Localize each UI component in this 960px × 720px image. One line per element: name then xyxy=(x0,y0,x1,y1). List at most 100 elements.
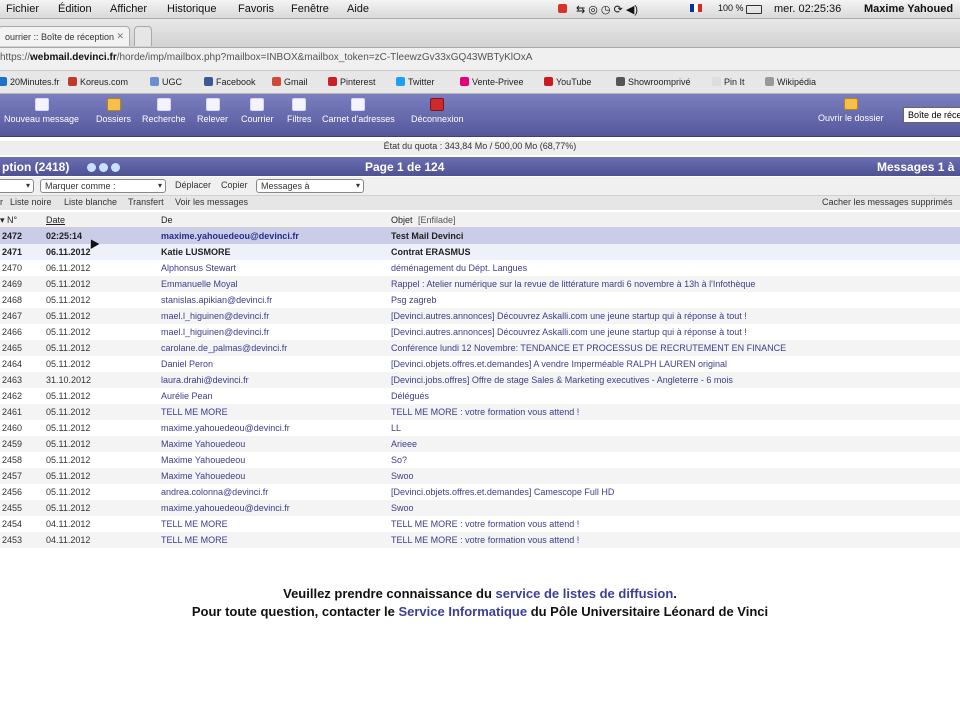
bookmark-pin-it[interactable]: Pin It xyxy=(712,77,745,87)
message-row[interactable]: 2455 05.11.2012 maxime.yahouedeou@devinci.… xyxy=(0,500,960,516)
message-row[interactable]: 2466 05.11.2012 mael.l_higuinen@devinci.fr… xyxy=(0,324,960,340)
message-sender[interactable]: carolane.de_palmas@devinci.fr xyxy=(161,343,287,353)
folder-select[interactable]: Boîte de réception xyxy=(903,107,960,123)
message-row[interactable]: 2458 05.11.2012 Maxime Yahouedeou So? xyxy=(0,452,960,468)
message-row[interactable]: 2470 06.11.2012 Alphonsus Stewart déménagem… xyxy=(0,260,960,276)
message-subject[interactable]: [Devinci.autres.annonces] Découvrez Aska… xyxy=(391,327,951,337)
menubar-clock[interactable]: mer. 02:25:36 xyxy=(774,3,841,15)
search-mailbox-icon[interactable] xyxy=(99,163,108,172)
fetch-mail-button[interactable]: Relever xyxy=(197,98,228,124)
message-subject[interactable]: TELL ME MORE : votre formation vous atte… xyxy=(391,519,951,529)
bookmark-gmail[interactable]: Gmail xyxy=(272,77,308,87)
message-subject[interactable]: Swoo xyxy=(391,471,951,481)
bookmark-twitter[interactable]: Twitter xyxy=(396,77,435,87)
message-sender[interactable]: maxime.yahouedeou@devinci.fr xyxy=(161,231,299,241)
message-sender[interactable]: Maxime Yahouedeou xyxy=(161,455,245,465)
message-row[interactable]: 2472 02:25:14 maxime.yahouedeou@devinci.fr… xyxy=(0,228,960,244)
menu-edition[interactable]: Édition xyxy=(58,3,92,15)
message-subject[interactable]: Conférence lundi 12 Novembre: TENDANCE E… xyxy=(391,343,951,353)
message-sender[interactable]: Alphonsus Stewart xyxy=(161,263,236,273)
message-subject[interactable]: TELL ME MORE : votre formation vous atte… xyxy=(391,535,951,545)
message-row[interactable]: 2459 05.11.2012 Maxime Yahouedeou Arieee xyxy=(0,436,960,452)
message-subject[interactable]: Rappel : Atelier numérique sur la revue … xyxy=(391,279,951,289)
menu-historique[interactable]: Historique xyxy=(167,3,217,15)
message-sender[interactable]: TELL ME MORE xyxy=(161,535,228,545)
message-sender[interactable]: TELL ME MORE xyxy=(161,519,228,529)
bookmark-20minutes[interactable]: 20Minutes.fr xyxy=(0,77,60,87)
hide-deleted-link[interactable]: Cacher les messages supprimés xyxy=(822,197,953,207)
bookmark-facebook[interactable]: Facebook xyxy=(204,77,256,87)
message-sender[interactable]: laura.drahi@devinci.fr xyxy=(161,375,249,385)
message-row[interactable]: 2457 05.11.2012 Maxime Yahouedeou Swoo xyxy=(0,468,960,484)
bookmark-vente-privee[interactable]: Vente-Privee xyxy=(460,77,524,87)
folders-button[interactable]: Dossiers xyxy=(96,98,131,124)
message-row[interactable]: 2460 05.11.2012 maxime.yahouedeou@devinci.… xyxy=(0,420,960,436)
message-sender[interactable]: maxime.yahouedeou@devinci.fr xyxy=(161,423,290,433)
menu-favoris[interactable]: Favoris xyxy=(238,3,274,15)
blacklist-link[interactable]: Liste noire xyxy=(10,197,52,207)
column-date[interactable]: Date xyxy=(46,215,65,225)
bookmark-showroomprive[interactable]: Showroomprivé xyxy=(616,77,691,87)
message-subject[interactable]: Contrat ERASMUS xyxy=(391,247,951,257)
status-app-icon[interactable] xyxy=(558,4,567,13)
message-subject[interactable]: Délégués xyxy=(391,391,951,401)
search-button[interactable]: Recherche xyxy=(142,98,186,124)
it-service-link[interactable]: Service Informatique xyxy=(398,604,527,619)
message-subject[interactable]: Psg zagreb xyxy=(391,295,951,305)
message-row[interactable]: 2453 04.11.2012 TELL ME MORE TELL ME MORE :… xyxy=(0,532,960,548)
battery-icon[interactable] xyxy=(746,5,762,14)
message-row[interactable]: 2468 05.11.2012 stanislas.apikian@devinci.… xyxy=(0,292,960,308)
close-tab-icon[interactable]: ✕ xyxy=(116,31,124,42)
open-folder-button[interactable]: Ouvrir le dossier xyxy=(818,98,884,123)
new-message-button[interactable]: Nouveau message xyxy=(4,98,79,124)
move-link[interactable]: Déplacer xyxy=(175,180,211,190)
menu-afficher[interactable]: Afficher xyxy=(110,3,147,15)
message-sender[interactable]: andrea.colonna@devinci.fr xyxy=(161,487,268,497)
message-sender[interactable]: TELL ME MORE xyxy=(161,407,228,417)
target-folder-dropdown[interactable]: Messages à ▾ xyxy=(256,179,364,193)
filters-lead[interactable]: r xyxy=(0,197,3,207)
forward-link[interactable]: Transfert xyxy=(128,197,164,207)
column-from[interactable]: De xyxy=(161,215,173,225)
message-subject[interactable]: Arieee xyxy=(391,439,951,449)
mail-button[interactable]: Courrier xyxy=(241,98,274,124)
message-sender[interactable]: stanislas.apikian@devinci.fr xyxy=(161,295,272,305)
filters-button[interactable]: Filtres xyxy=(287,98,312,124)
message-subject[interactable]: Swoo xyxy=(391,503,951,513)
address-book-button[interactable]: Carnet d'adresses xyxy=(322,98,395,124)
tab-webmail[interactable]: ourrier :: Boîte de réception ✕ xyxy=(0,26,130,46)
column-number[interactable]: ▾ N° xyxy=(0,215,17,226)
select-messages-dropdown[interactable]: ▾ xyxy=(0,179,34,193)
url-field[interactable]: https://webmail.devinci.fr/horde/imp/mai… xyxy=(0,52,960,67)
empty-mailbox-icon[interactable] xyxy=(111,163,120,172)
message-row[interactable]: 2464 05.11.2012 Daniel Peron [Devinci.objet… xyxy=(0,356,960,372)
copy-link[interactable]: Copier xyxy=(221,180,248,190)
message-subject[interactable]: TELL ME MORE : votre formation vous atte… xyxy=(391,407,951,417)
message-sender[interactable]: Katie LUSMORE xyxy=(161,247,231,257)
flag-fr-icon[interactable] xyxy=(690,4,702,12)
message-row[interactable]: 2463 31.10.2012 laura.drahi@devinci.fr [Dev… xyxy=(0,372,960,388)
bookmark-youtube[interactable]: YouTube xyxy=(544,77,591,87)
menu-fenetre[interactable]: Fenêtre xyxy=(291,3,329,15)
message-subject[interactable]: So? xyxy=(391,455,951,465)
menu-fichier[interactable]: Fichier xyxy=(6,3,39,15)
thread-view-link[interactable]: [Enfilade] xyxy=(418,215,456,225)
message-sender[interactable]: mael.l_higuinen@devinci.fr xyxy=(161,311,269,321)
logout-button[interactable]: Déconnexion xyxy=(411,98,464,124)
message-subject[interactable]: [Devinci.objets.offres.et.demandes] Came… xyxy=(391,487,951,497)
message-sender[interactable]: Maxime Yahouedeou xyxy=(161,471,245,481)
refresh-icon[interactable] xyxy=(87,163,96,172)
view-messages-link[interactable]: Voir les messages xyxy=(175,197,248,207)
message-row[interactable]: 2456 05.11.2012 andrea.colonna@devinci.fr [… xyxy=(0,484,960,500)
message-subject[interactable]: Test Mail Devinci xyxy=(391,231,951,241)
bookmark-wikipedia[interactable]: Wikipédia xyxy=(765,77,816,87)
message-sender[interactable]: maxime.yahouedeou@devinci.fr xyxy=(161,503,290,513)
message-sender[interactable]: Emmanuelle Moyal xyxy=(161,279,238,289)
bookmark-koreus[interactable]: Koreus.com xyxy=(68,77,128,87)
column-subject[interactable]: Objet [Enfilade] xyxy=(391,215,456,225)
mark-as-dropdown[interactable]: Marquer comme : ▾ xyxy=(40,179,166,193)
bookmark-pinterest[interactable]: Pinterest xyxy=(328,77,376,87)
mailing-list-link[interactable]: service de listes de diffusion xyxy=(496,586,674,601)
menu-aide[interactable]: Aide xyxy=(347,3,369,15)
message-row[interactable]: 2471 06.11.2012 Katie LUSMORE Contrat ERASM… xyxy=(0,244,960,260)
